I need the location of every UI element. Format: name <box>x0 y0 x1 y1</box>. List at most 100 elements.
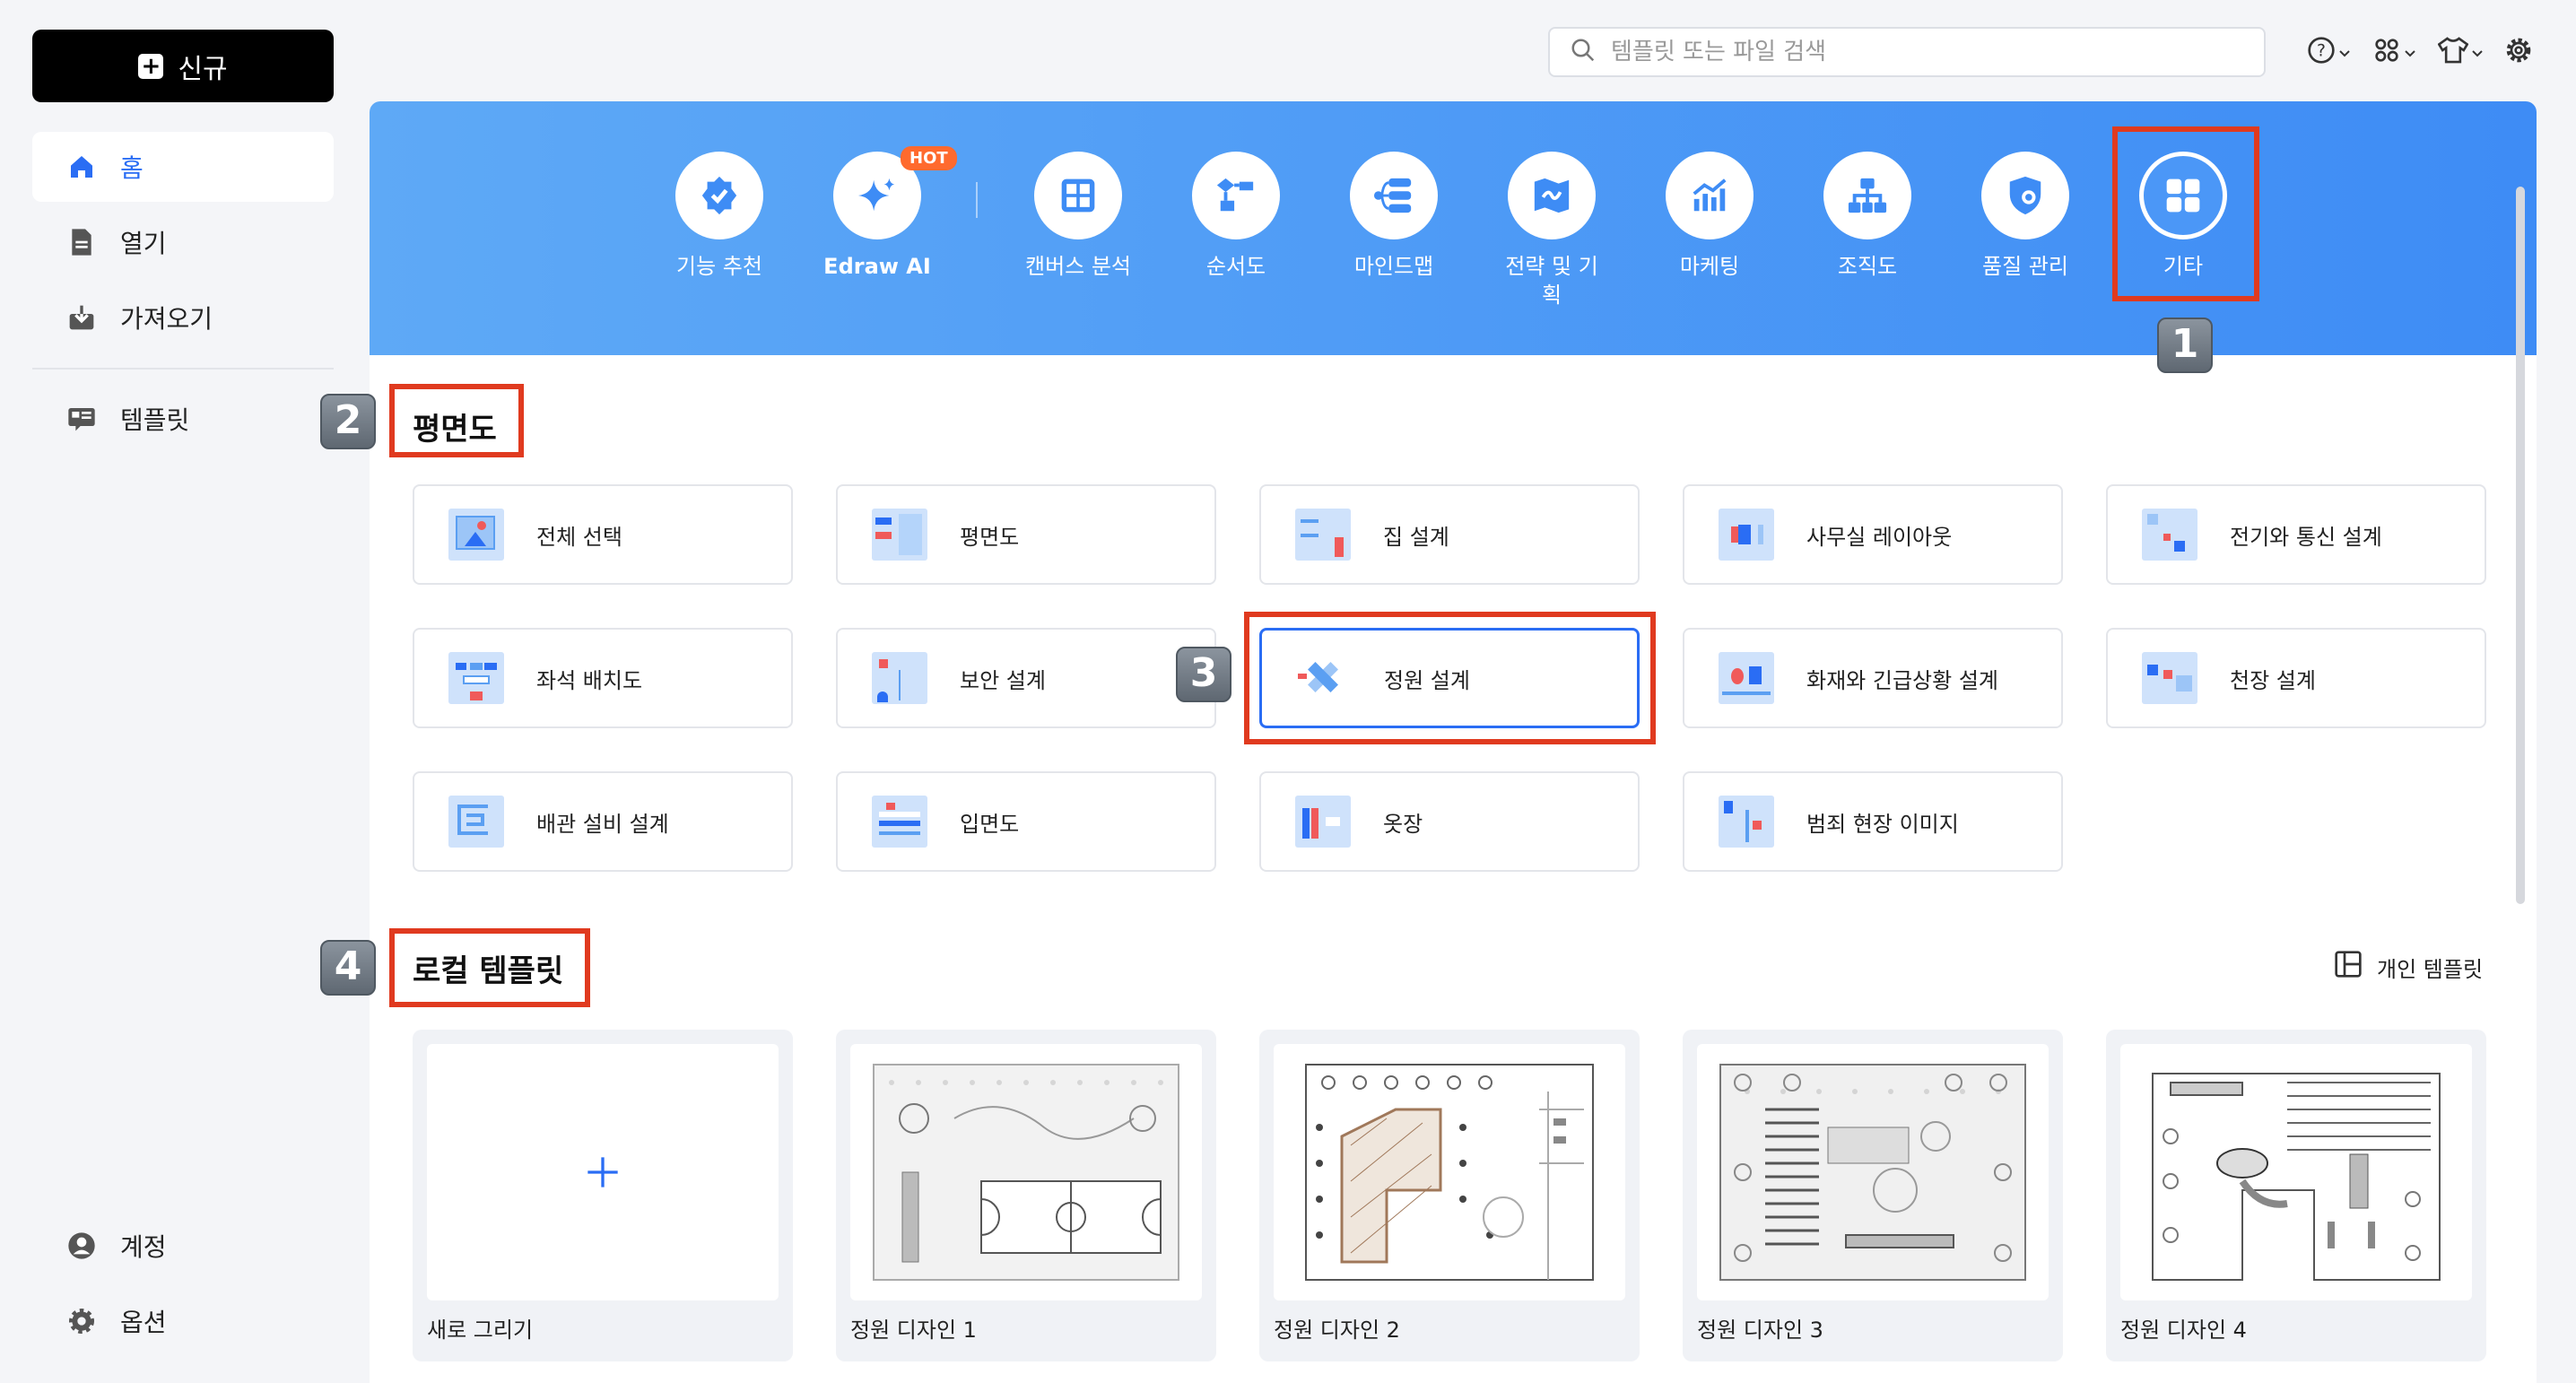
category-label: 품질 관리 <box>1982 254 2068 279</box>
help-icon: ? <box>2307 36 2336 68</box>
chevron-down-icon <box>2339 44 2350 61</box>
sidebar-divider <box>32 368 334 370</box>
sidebar-item-import[interactable]: 가져오기 <box>32 283 334 352</box>
category-mindmap[interactable]: 마인드맵 <box>1318 152 1470 281</box>
category-canvas-analysis[interactable]: 캔버스 분석 <box>1002 152 1154 281</box>
template-thumbnail <box>1697 1044 2049 1300</box>
new-button-label: 신규 <box>178 53 228 85</box>
personal-templates-label: 개인 템플릿 <box>2377 956 2484 982</box>
category-label: 기능 추천 <box>676 254 762 279</box>
category-strategy[interactable]: 전략 및 기획 <box>1475 152 1628 309</box>
category-org-chart[interactable]: 조직도 <box>1791 152 1944 281</box>
card-house-design[interactable]: 집 설계 <box>1259 484 1640 585</box>
sidebar-item-home[interactable]: 홈 <box>32 132 334 202</box>
search-bar[interactable] <box>1548 27 2266 77</box>
category-recommended[interactable]: 기능 추천 <box>643 152 796 281</box>
template-name: 정원 디자인 2 <box>1274 1318 1400 1343</box>
card-elevation[interactable]: 입면도 <box>836 771 1216 872</box>
annotation-highlight-other <box>2112 126 2259 301</box>
card-label: 사무실 레이아웃 <box>1806 524 1953 550</box>
wardrobe-icon <box>1295 796 1351 848</box>
sidebar-item-label: 홈 <box>120 153 144 183</box>
category-label: 조직도 <box>1837 254 1898 279</box>
template-thumbnail <box>2120 1044 2472 1300</box>
layout-icon <box>2334 950 2363 984</box>
category-label: Edraw AI <box>823 254 931 279</box>
template-garden-2[interactable]: 정원 디자인 2 <box>1259 1030 1640 1361</box>
sidebar-item-label: 템플릿 <box>120 405 190 435</box>
card-label: 좌석 배치도 <box>536 667 643 693</box>
card-label: 전체 선택 <box>536 524 622 550</box>
card-seating-chart[interactable]: 좌석 배치도 <box>413 628 793 728</box>
security-plan-icon <box>872 652 927 704</box>
category-flowchart[interactable]: 순서도 <box>1160 152 1312 281</box>
template-garden-1[interactable]: 정원 디자인 1 <box>836 1030 1216 1361</box>
card-ceiling-design[interactable]: 천장 설계 <box>2106 628 2486 728</box>
category-label: 전략 및 기획 <box>1505 254 1598 308</box>
shirt-icon <box>2437 37 2469 67</box>
annotation-highlight-local-templates <box>389 928 590 1007</box>
card-label: 천장 설계 <box>2230 667 2316 693</box>
category-edraw-ai[interactable]: Edraw AI <box>801 152 953 281</box>
home-icon <box>66 152 97 182</box>
template-name: 정원 디자인 4 <box>2120 1318 2247 1343</box>
template-garden-3[interactable]: 정원 디자인 3 <box>1683 1030 2063 1361</box>
badge-star-icon <box>675 152 763 239</box>
card-wardrobe[interactable]: 옷장 <box>1259 771 1640 872</box>
sidebar-item-templates[interactable]: 템플릿 <box>32 384 334 454</box>
annotation-badge-1: 1 <box>2157 317 2213 373</box>
apps-button[interactable] <box>2372 34 2415 70</box>
apps-icon <box>2372 36 2401 68</box>
bar-chart-icon <box>1666 152 1754 239</box>
template-garden-4[interactable]: 정원 디자인 4 <box>2106 1030 2486 1361</box>
seating-icon <box>448 652 504 704</box>
card-crime-scene[interactable]: 범죄 현장 이미지 <box>1683 771 2063 872</box>
sidebar-item-label: 가져오기 <box>120 304 213 334</box>
fire-exit-icon <box>1719 652 1774 704</box>
card-electrical[interactable]: 전기와 통신 설계 <box>2106 484 2486 585</box>
card-office-layout[interactable]: 사무실 레이아웃 <box>1683 484 2063 585</box>
card-label: 전기와 통신 설계 <box>2230 524 2382 550</box>
electrical-plan-icon <box>2142 509 2197 561</box>
card-select-all[interactable]: 전체 선택 <box>413 484 793 585</box>
category-quality[interactable]: 품질 관리 <box>1949 152 2102 281</box>
sidebar-item-open[interactable]: 열기 <box>32 207 334 277</box>
ceiling-plan-icon <box>2142 652 2197 704</box>
user-icon <box>66 1231 97 1261</box>
theme-button[interactable] <box>2437 34 2483 70</box>
template-icon <box>66 404 97 434</box>
help-button[interactable]: ? <box>2307 34 2350 70</box>
map-icon <box>1508 152 1596 239</box>
card-fire-emergency[interactable]: 화재와 긴급상황 설계 <box>1683 628 2063 728</box>
search-input[interactable] <box>1611 39 2239 65</box>
add-icon <box>427 1044 779 1300</box>
card-plumbing[interactable]: 배관 설비 설계 <box>413 771 793 872</box>
category-label: 캔버스 분석 <box>1024 254 1132 279</box>
sidebar-item-options[interactable]: 옵션 <box>32 1286 334 1356</box>
import-icon <box>66 302 97 333</box>
card-label: 입면도 <box>960 811 1020 837</box>
category-marketing[interactable]: 마케팅 <box>1633 152 1786 281</box>
card-floorplan[interactable]: 평면도 <box>836 484 1216 585</box>
mindmap-icon <box>1350 152 1438 239</box>
file-icon <box>66 227 97 257</box>
scrollbar[interactable] <box>2516 187 2525 904</box>
card-security-design[interactable]: 보안 설계 <box>836 628 1216 728</box>
settings-button[interactable] <box>2504 34 2533 70</box>
new-button[interactable]: + 신규 <box>32 30 334 102</box>
sidebar-item-label: 열기 <box>120 229 167 258</box>
template-thumbnail <box>1274 1044 1625 1300</box>
sidebar-item-account[interactable]: 계정 <box>32 1211 334 1281</box>
personal-templates-link[interactable]: 개인 템플릿 <box>2334 950 2483 984</box>
office-layout-icon <box>1719 509 1774 561</box>
org-chart-icon <box>1823 152 1911 239</box>
template-new-drawing[interactable]: 새로 그리기 <box>413 1030 793 1361</box>
card-label: 옷장 <box>1383 811 1423 837</box>
annotation-badge-3: 3 <box>1176 647 1231 702</box>
gear-icon <box>2504 36 2533 68</box>
template-name: 정원 디자인 1 <box>850 1318 977 1343</box>
plumbing-icon <box>448 796 504 848</box>
card-label: 범죄 현장 이미지 <box>1806 811 1959 837</box>
template-thumbnail <box>850 1044 1202 1300</box>
plus-icon: + <box>138 53 164 79</box>
